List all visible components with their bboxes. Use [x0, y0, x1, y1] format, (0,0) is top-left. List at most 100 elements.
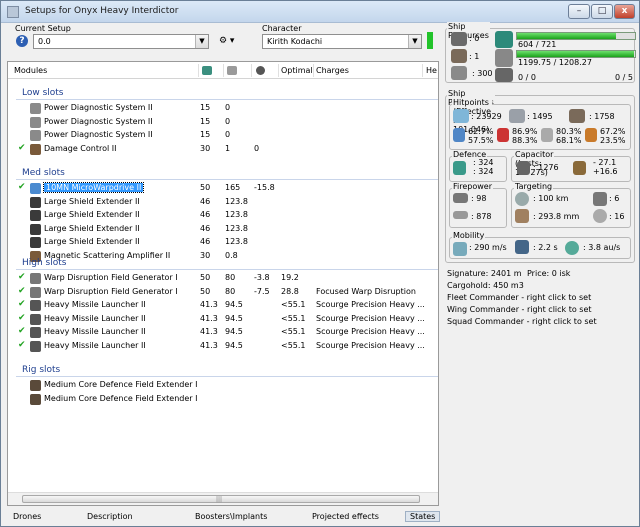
group-divider: [16, 99, 438, 100]
module-name[interactable]: Warp Disruption Field Generator I: [44, 287, 178, 296]
horizontal-scrollbar[interactable]: |||: [8, 492, 438, 505]
module-row[interactable]: ✔ Warp Disruption Field Generator I 50 80 -3…: [8, 272, 438, 285]
module-name[interactable]: Warp Disruption Field Generator I: [44, 273, 178, 282]
module-row[interactable]: ✔ Heavy Missile Launcher II 41.3 94.5 <55.1 S…: [8, 299, 438, 312]
module-row[interactable]: ✔ Heavy Missile Launcher II 41.3 94.5 <55.1 S…: [8, 340, 438, 353]
module-icon: [30, 237, 41, 248]
module-c2: 123.8: [225, 196, 248, 206]
character-select[interactable]: Kirith Kodachi ▼: [262, 34, 422, 49]
module-name[interactable]: Heavy Missile Launcher II: [44, 300, 146, 309]
module-row[interactable]: Large Shield Extender II 46 123.8: [8, 236, 438, 249]
powergrid-column-icon[interactable]: [227, 66, 237, 75]
setup-value: 0.0: [38, 37, 51, 46]
column-he[interactable]: He: [426, 66, 437, 75]
em-resist-armor: 57.5%: [468, 136, 494, 145]
module-name[interactable]: Heavy Missile Launcher II: [44, 314, 146, 323]
module-row[interactable]: ✔ Heavy Missile Launcher II 41.3 94.5 <55.1 S…: [8, 313, 438, 326]
module-c3: -7.5: [254, 286, 270, 296]
module-name[interactable]: Large Shield Extender II: [44, 210, 140, 219]
tab-projected-effects[interactable]: Projected effects: [312, 512, 379, 521]
maximize-button[interactable]: □: [591, 4, 613, 19]
module-name[interactable]: Damage Control II: [44, 144, 116, 153]
module-row[interactable]: ✔ 10MN MicroWarpdrive II 50 165 -15.8: [8, 182, 438, 195]
tab-boosters-implants[interactable]: Boosters\Implants: [195, 512, 267, 521]
module-c3: -15.8: [254, 183, 275, 192]
mobility-label: Mobility: [452, 231, 486, 240]
column-modules[interactable]: Modules: [14, 66, 47, 75]
module-name[interactable]: 10MN MicroWarpdrive II: [42, 182, 145, 193]
tab-states[interactable]: States: [405, 511, 441, 522]
active-check-icon[interactable]: ✔: [18, 299, 26, 309]
cpu-column-icon[interactable]: [202, 66, 212, 75]
group-high-slots[interactable]: High slots: [22, 258, 66, 268]
title-bar[interactable]: Setups for Onyx Heavy Interdictor – □ x: [1, 1, 639, 23]
fleet-commander[interactable]: Fleet Commander - right click to set: [447, 293, 591, 302]
module-c2: 0: [225, 116, 231, 126]
module-row[interactable]: ✔ Warp Disruption Field Generator I 50 80 -7…: [8, 286, 438, 299]
module-name[interactable]: Large Shield Extender II: [44, 237, 140, 246]
module-name[interactable]: Medium Core Defence Field Extender I: [44, 394, 197, 403]
active-check-icon[interactable]: ✔: [18, 340, 26, 350]
setup-select[interactable]: 0.0 ▼: [33, 34, 209, 49]
active-check-icon[interactable]: ✔: [18, 272, 26, 282]
window-title: Setups for Onyx Heavy Interdictor: [25, 6, 179, 16]
module-row[interactable]: Large Shield Extender II 46 123.8: [8, 196, 438, 209]
module-name[interactable]: Power Diagnostic System II: [44, 130, 153, 139]
module-row[interactable]: Medium Core Defence Field Extender I: [8, 393, 438, 406]
active-check-icon[interactable]: ✔: [18, 313, 26, 323]
module-name[interactable]: Large Shield Extender II: [44, 197, 140, 206]
module-name[interactable]: Power Diagnostic System II: [44, 117, 153, 126]
module-name[interactable]: Heavy Missile Launcher II: [44, 341, 146, 350]
capacitor-drain: - 27.1: [593, 158, 617, 167]
armor-icon: [509, 109, 525, 123]
module-icon: [30, 210, 41, 221]
active-check-icon[interactable]: ✔: [18, 326, 26, 336]
powergrid-value: 1199.75 / 1208.27: [518, 58, 592, 67]
column-optimal[interactable]: Optimal: [281, 66, 313, 75]
module-row[interactable]: Power Diagnostic System II 15 0: [8, 102, 438, 115]
launcher-icon: [451, 49, 467, 63]
cpu-bar-fill: [517, 33, 617, 39]
scrollbar-grip-icon: |||: [216, 496, 223, 503]
active-check-icon[interactable]: ✔: [18, 143, 26, 153]
module-row[interactable]: Power Diagnostic System II 15 0: [8, 129, 438, 142]
module-row[interactable]: Power Diagnostic System II 15 0: [8, 116, 438, 129]
active-check-icon[interactable]: ✔: [18, 182, 26, 192]
capacitor-recharge-icon: [573, 161, 586, 175]
explosive-resist-shield: 67.2%: [600, 127, 626, 136]
current-setup-label: Current Setup: [15, 24, 71, 33]
group-low-slots[interactable]: Low slots: [22, 88, 64, 98]
group-rig-slots[interactable]: Rig slots: [22, 365, 60, 375]
module-name[interactable]: Large Shield Extender II: [44, 224, 140, 233]
defence-value-a: : 324: [473, 158, 494, 167]
turret-hardpoints: : 0: [469, 34, 480, 43]
module-row[interactable]: Medium Core Defence Field Extender I: [8, 379, 438, 392]
wing-commander[interactable]: Wing Commander - right click to set: [447, 305, 592, 314]
module-c1: 50: [200, 286, 211, 296]
module-c1: 41.3: [200, 300, 218, 309]
group-divider: [16, 376, 438, 377]
minimize-button[interactable]: –: [568, 4, 590, 19]
column-charges[interactable]: Charges: [316, 66, 349, 75]
module-row[interactable]: Large Shield Extender II 46 123.8: [8, 209, 438, 222]
close-button[interactable]: x: [614, 4, 635, 19]
capacitor-column-icon[interactable]: [256, 66, 265, 75]
module-row[interactable]: Large Shield Extender II 46 123.8: [8, 223, 438, 236]
squad-commander[interactable]: Squad Commander - right click to set: [447, 317, 597, 326]
tab-drones[interactable]: Drones: [13, 512, 41, 521]
module-row[interactable]: ✔ Damage Control II 30 1 0: [8, 143, 438, 156]
help-icon[interactable]: ?: [16, 35, 28, 47]
module-name[interactable]: Medium Core Defence Field Extender I: [44, 380, 197, 389]
module-icon: [30, 286, 41, 298]
group-med-slots[interactable]: Med slots: [22, 168, 65, 178]
shield-icon: [453, 109, 469, 123]
tab-description[interactable]: Description: [87, 512, 133, 521]
module-name[interactable]: Heavy Missile Launcher II: [44, 327, 146, 336]
align-time-icon: [515, 240, 529, 254]
active-check-icon[interactable]: ✔: [18, 286, 26, 296]
em-resist-shield: 62.7%: [468, 127, 494, 136]
module-name[interactable]: Power Diagnostic System II: [44, 103, 153, 112]
module-row[interactable]: ✔ Heavy Missile Launcher II 41.3 94.5 <55.1 S…: [8, 326, 438, 339]
setup-tools-button[interactable]: ⚙ ▾: [219, 34, 243, 49]
module-row[interactable]: Magnetic Scattering Amplifier II 30 0.8: [8, 250, 438, 263]
